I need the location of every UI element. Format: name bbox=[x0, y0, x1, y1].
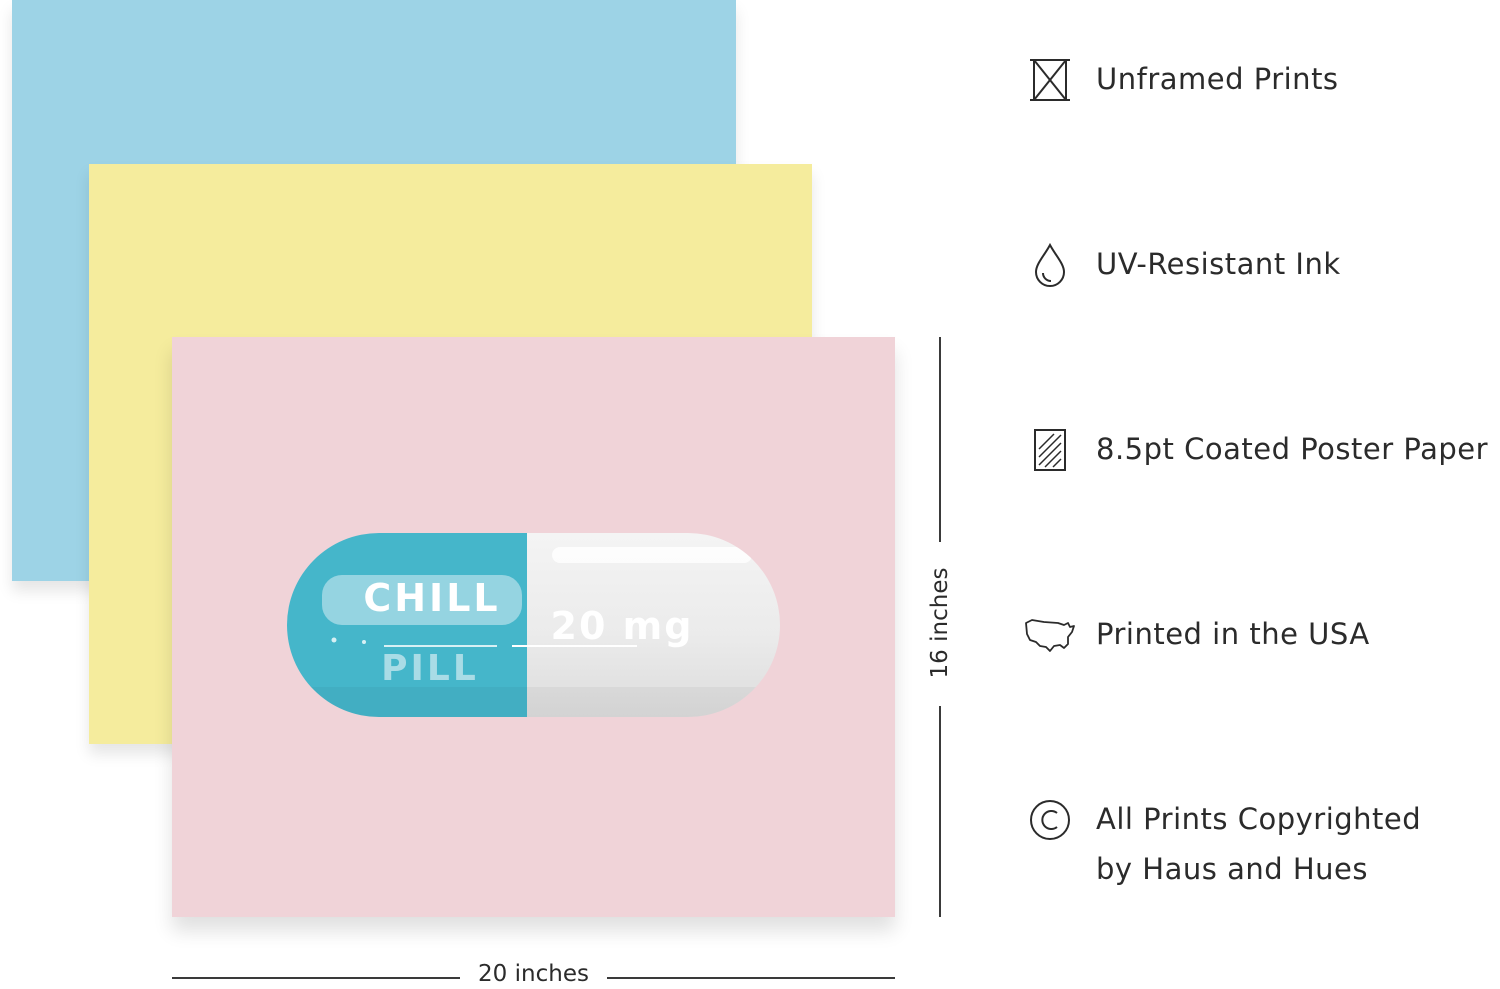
width-dimension-label: 20 inches bbox=[478, 961, 589, 987]
feature-uv-ink: UV-Resistant Ink bbox=[1024, 239, 1341, 291]
height-dimension-line-top bbox=[939, 337, 941, 542]
feature-copyright-line-2: by Haus and Hues bbox=[1096, 852, 1368, 886]
height-dimension-label: 16 inches bbox=[927, 567, 953, 679]
usa-map-icon bbox=[1024, 609, 1076, 661]
feature-paper: 8.5pt Coated Poster Paper bbox=[1024, 424, 1488, 476]
pill-bottom-label: PILL bbox=[381, 648, 479, 689]
feature-unframed-label: Unframed Prints bbox=[1096, 62, 1339, 96]
copyright-icon bbox=[1024, 794, 1076, 846]
unframed-icon bbox=[1024, 54, 1076, 106]
ink-drop-icon bbox=[1024, 239, 1076, 291]
pill-top-label: CHILL bbox=[363, 576, 500, 620]
feature-made-in-usa: Printed in the USA bbox=[1024, 609, 1370, 661]
height-dimension-line-bottom bbox=[939, 706, 941, 917]
feature-copyright: All Prints Copyrighted by Haus and Hues bbox=[1024, 794, 1421, 894]
feature-made-in-usa-label: Printed in the USA bbox=[1096, 617, 1370, 651]
feature-unframed: Unframed Prints bbox=[1024, 54, 1339, 106]
feature-copyright-line-1: All Prints Copyrighted bbox=[1096, 802, 1422, 836]
pill-dose-label: 20 mg bbox=[551, 604, 694, 648]
paper-icon bbox=[1024, 424, 1076, 476]
feature-uv-ink-label: UV-Resistant Ink bbox=[1096, 247, 1341, 281]
feature-paper-label: 8.5pt Coated Poster Paper bbox=[1096, 432, 1489, 466]
width-dimension-line-left bbox=[172, 977, 460, 979]
print-sheet-pink: CHILL PILL 20 mg bbox=[172, 337, 895, 917]
chill-pill-illustration: CHILL PILL 20 mg bbox=[287, 533, 780, 717]
feature-copyright-label: All Prints Copyrighted by Haus and Hues bbox=[1096, 794, 1421, 894]
width-dimension-line-right bbox=[607, 977, 895, 979]
